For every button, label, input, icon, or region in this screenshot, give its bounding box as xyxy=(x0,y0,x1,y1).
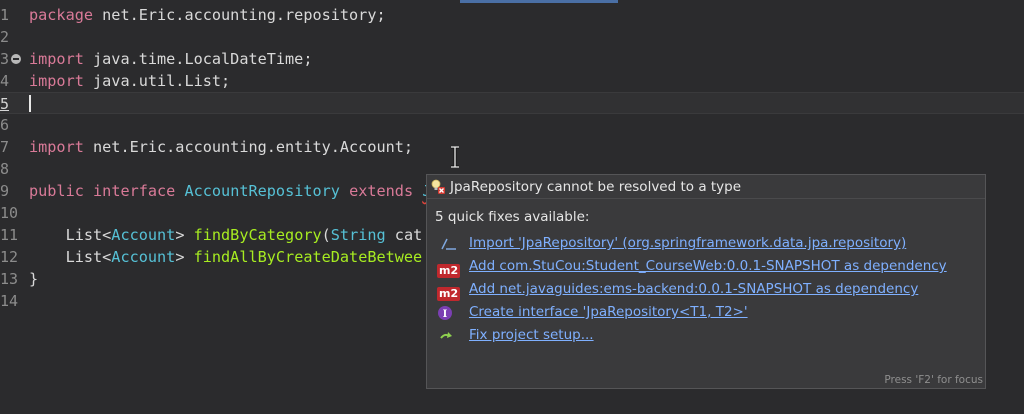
quick-fix-label[interactable]: Create interface 'JpaRepository<T1, T2>' xyxy=(469,304,748,320)
code-token: findByCategory xyxy=(193,226,322,244)
code-token: import xyxy=(29,138,84,156)
quick-fix-label[interactable]: Add com.StuCou:Student_CourseWeb:0.0.1-S… xyxy=(469,258,947,274)
quick-fix-popup[interactable]: JpaRepository cannot be resolved to a ty… xyxy=(426,174,986,389)
fix-setup-icon xyxy=(440,332,452,339)
quick-fix-add-dependency-ems-backend[interactable]: m2 Add net.javaguides:ems-backend:0.0.1-… xyxy=(437,280,977,301)
line-number: 9 xyxy=(0,182,10,200)
active-tab-indicator xyxy=(460,0,618,3)
code-token: net.Eric.accounting.entity.Account; xyxy=(83,138,414,156)
code-line[interactable]: 3 import java.time.LocalDateTime; xyxy=(0,48,1024,70)
error-lightbulb-icon xyxy=(431,179,445,194)
code-token: import xyxy=(29,72,84,90)
code-line[interactable]: 7 import net.Eric.accounting.entity.Accou… xyxy=(0,136,1024,158)
quick-fix-label[interactable]: Fix project setup... xyxy=(469,327,594,343)
code-line[interactable]: 1 package net.Eric.accounting.repository; xyxy=(0,4,1024,26)
code-line[interactable]: 5 xyxy=(0,92,1024,114)
code-token: AccountRepository xyxy=(184,182,340,200)
code-token: cat xyxy=(385,226,423,244)
code-token: > xyxy=(175,248,194,266)
code-token: public xyxy=(29,182,84,200)
line-number: 11 xyxy=(0,226,19,244)
quick-fix-label[interactable]: Add net.javaguides:ems-backend:0.0.1-SNA… xyxy=(469,281,918,297)
quick-fix-label[interactable]: Import 'JpaRepository' (org.springframew… xyxy=(469,235,906,251)
maven-m2-icon: m2 xyxy=(437,287,461,301)
code-token: List< xyxy=(29,226,112,244)
code-token: interface xyxy=(93,182,176,200)
code-token: > xyxy=(175,226,194,244)
quick-fix-add-dependency-studentcourseweb[interactable]: m2 Add com.StuCou:Student_CourseWeb:0.0.… xyxy=(437,257,977,278)
fold-collapse-icon[interactable] xyxy=(11,54,21,64)
line-number: 13 xyxy=(0,270,19,288)
code-text: List<Account> findAllByCreateDateBetwee xyxy=(29,246,423,268)
code-text: import java.util.List; xyxy=(29,70,230,92)
import-icon xyxy=(441,238,456,250)
code-line[interactable]: 6 xyxy=(0,114,1024,136)
code-token: java.time.LocalDateTime; xyxy=(83,50,313,68)
quick-fix-fix-project-setup[interactable]: Fix project setup... xyxy=(437,326,977,346)
line-number: 10 xyxy=(0,204,19,222)
quick-fix-create-interface[interactable]: I Create interface 'JpaRepository<T1, T2… xyxy=(437,303,977,323)
code-token: findAllByCreateDateBetwee xyxy=(193,248,423,266)
interface-icon: I xyxy=(438,306,452,320)
code-token: String xyxy=(330,226,386,244)
problem-title: JpaRepository cannot be resolved to a ty… xyxy=(450,179,742,195)
text-caret xyxy=(29,95,31,112)
code-line[interactable]: 2 xyxy=(0,26,1024,48)
code-token: List< xyxy=(29,248,112,266)
popup-footer-hint: Press 'F2' for focus xyxy=(884,374,983,386)
code-token: net.Eric.accounting.repository; xyxy=(93,6,386,24)
line-number: 1 xyxy=(0,6,10,24)
code-token: extends xyxy=(349,182,414,200)
line-number: 14 xyxy=(0,292,19,310)
maven-m2-icon: m2 xyxy=(437,264,461,278)
line-number: 4 xyxy=(0,72,10,90)
quick-fix-header: JpaRepository cannot be resolved to a ty… xyxy=(427,175,985,199)
mouse-ibeam-cursor-icon xyxy=(451,146,459,168)
code-text: import java.time.LocalDateTime; xyxy=(29,48,312,70)
code-token: package xyxy=(29,6,94,24)
svg-text:I: I xyxy=(443,309,448,320)
line-number: 5 xyxy=(0,95,10,113)
code-text: import net.Eric.accounting.entity.Accoun… xyxy=(29,136,413,158)
line-number: 8 xyxy=(0,160,10,178)
line-number: 2 xyxy=(0,28,10,46)
code-text xyxy=(29,93,31,115)
code-token: Account xyxy=(111,248,176,266)
code-token: } xyxy=(29,270,39,288)
line-number: 12 xyxy=(0,248,19,266)
code-text: List<Account> findByCategory(String cat xyxy=(29,224,423,246)
code-token: import xyxy=(29,50,84,68)
code-text: package net.Eric.accounting.repository; xyxy=(29,4,386,26)
quick-fix-count: 5 quick fixes available: xyxy=(435,209,590,225)
line-number: 6 xyxy=(0,116,10,134)
line-number: 7 xyxy=(0,138,10,156)
quick-fix-import[interactable]: Import 'JpaRepository' (org.springframew… xyxy=(437,234,977,254)
code-token: ( xyxy=(321,226,331,244)
code-token: Account xyxy=(111,226,176,244)
code-text: } xyxy=(29,268,38,290)
code-line[interactable]: 4 import java.util.List; xyxy=(0,70,1024,92)
code-token: java.util.List; xyxy=(83,72,231,90)
